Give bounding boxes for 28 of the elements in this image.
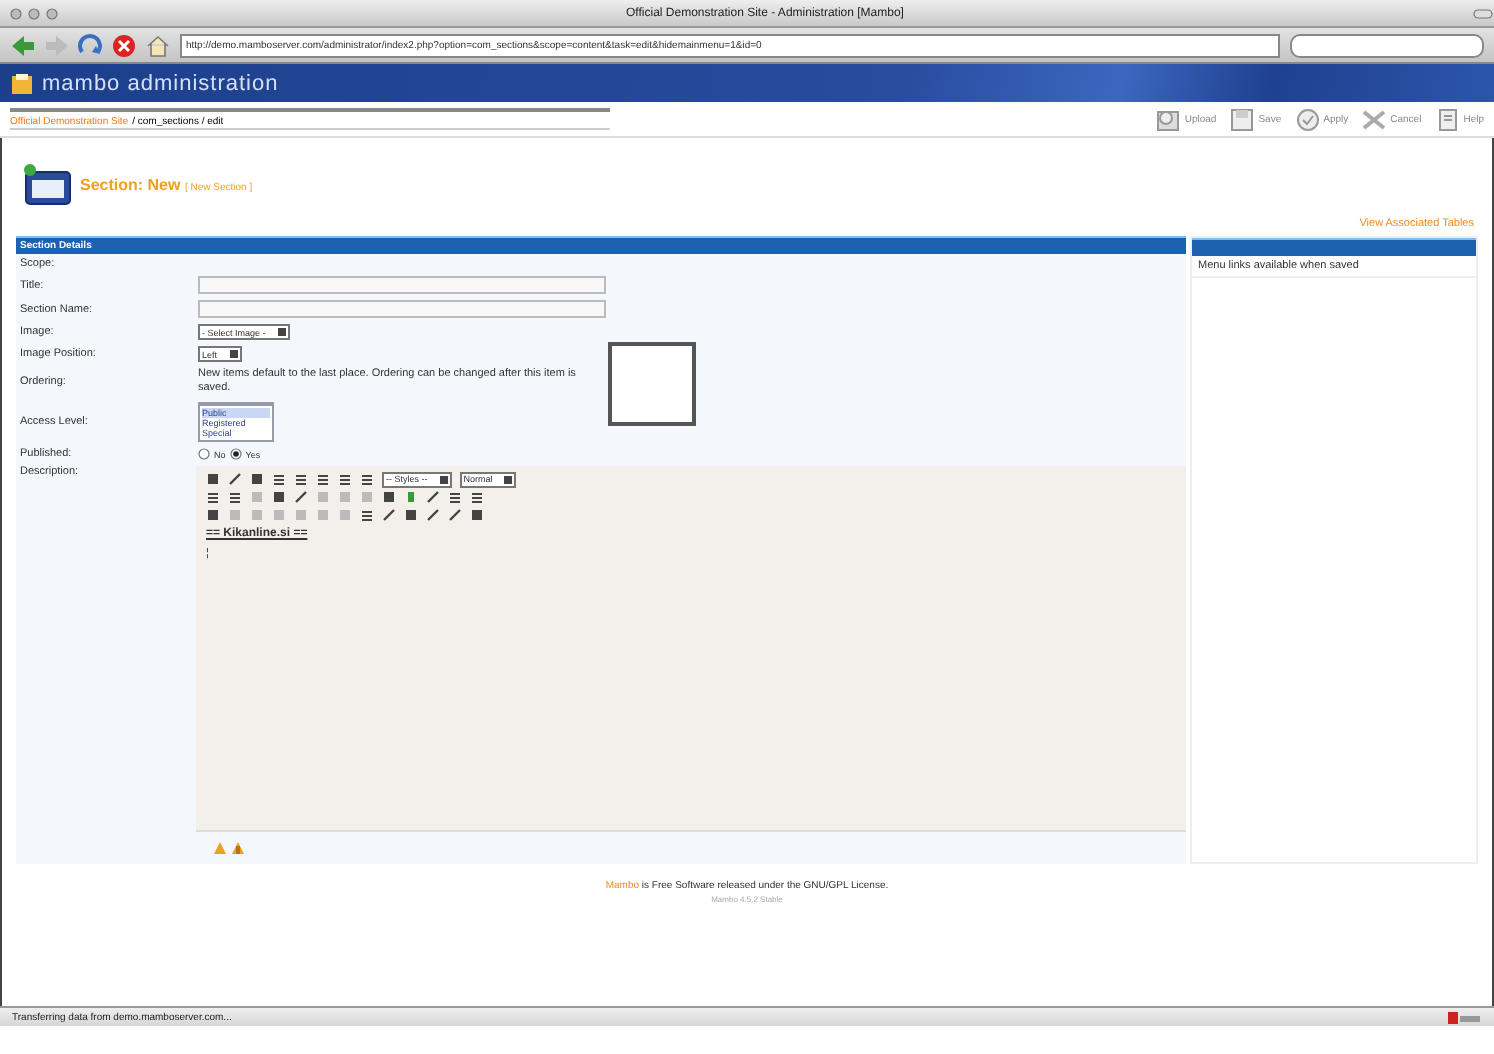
editor-tool-icon[interactable] [360,508,374,522]
editor-tool-icon[interactable] [316,472,330,486]
section-icon [22,162,74,206]
cancel-icon [1360,105,1389,133]
reload-icon[interactable] [78,33,102,57]
image-preview [608,342,696,426]
home-icon[interactable] [146,33,170,57]
editor-tool-icon[interactable] [360,472,374,486]
apply-icon [1293,105,1322,133]
stop-icon[interactable] [112,33,136,57]
logo-text: mambo administration [42,71,279,95]
logo-icon [10,71,34,95]
input-field[interactable] [198,276,606,294]
radio-button[interactable] [229,448,242,460]
search-field[interactable] [1290,33,1484,57]
editor-tool-icon[interactable] [294,472,308,486]
editor-tool-icon[interactable] [470,490,484,504]
input-field[interactable] [198,300,606,318]
editor-tool-icon[interactable] [272,472,286,486]
radio-button[interactable] [198,448,210,460]
help-icon [1433,105,1462,133]
editor-tool-icon[interactable] [206,490,220,504]
back-arrow-icon[interactable] [10,33,34,57]
editor-tool-icon[interactable] [228,490,242,504]
editor-tool-icon[interactable] [448,490,462,504]
editor-tool-icon[interactable] [338,472,352,486]
toolbar-toggle-icon [1472,5,1494,21]
save-icon [1228,105,1257,133]
